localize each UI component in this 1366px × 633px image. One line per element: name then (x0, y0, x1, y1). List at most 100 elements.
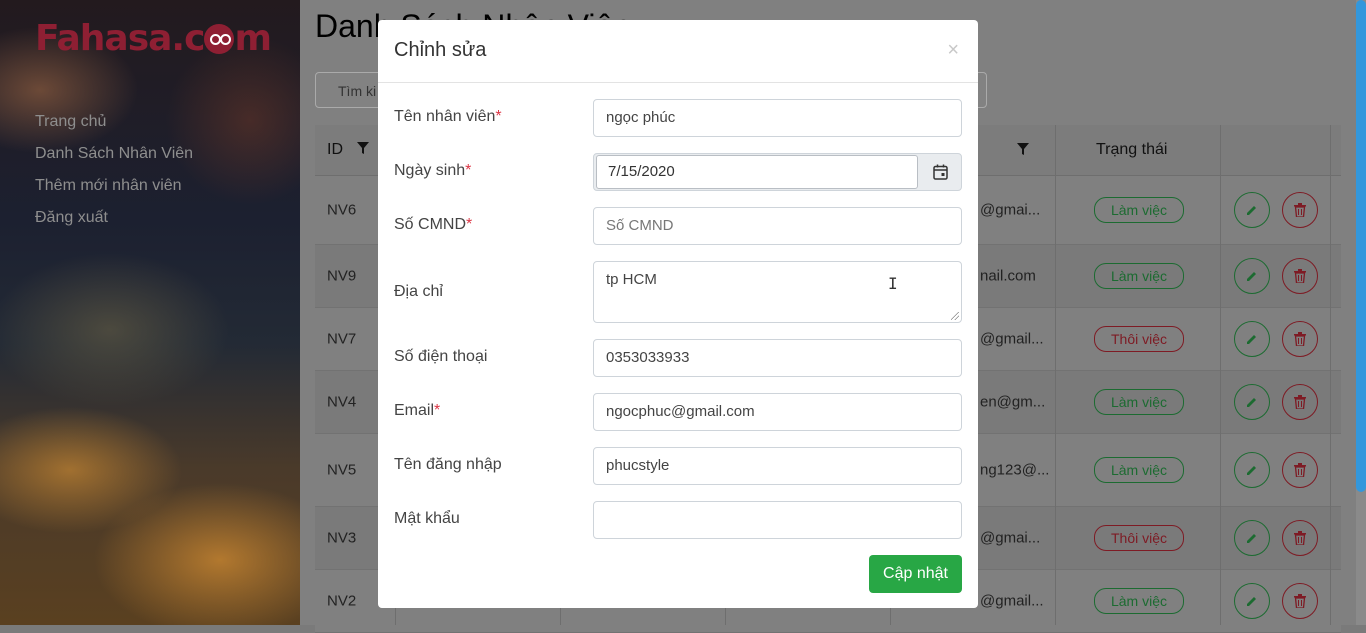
sidebar: Fahasa.c m Trang chủ Danh Sách Nhân Viên … (0, 0, 300, 625)
delete-button[interactable] (1282, 258, 1318, 294)
field-label: Địa chỉ (394, 283, 443, 300)
field-address: Địa chỉ tp HCM (394, 261, 962, 323)
employee-id: NV9 (327, 267, 357, 285)
address-textarea[interactable]: tp HCM (593, 261, 962, 323)
employee-email: @gmai... (980, 201, 1041, 219)
status-badge: Làm việc (1094, 457, 1184, 483)
scrollbar[interactable] (1356, 0, 1366, 625)
employee-id: NV7 (327, 330, 357, 348)
delete-button[interactable] (1282, 583, 1318, 619)
update-button[interactable]: Cập nhật (869, 555, 962, 593)
username-input[interactable]: phucstyle (593, 447, 962, 485)
trash-icon (1294, 531, 1306, 545)
birthday-input[interactable]: 7/15/2020 (596, 155, 918, 189)
employee-email: @gmail... (980, 330, 1044, 348)
field-label: Email* (394, 402, 440, 420)
nav-add-employee[interactable]: Thêm mới nhân viên (35, 176, 193, 208)
trash-icon (1294, 395, 1306, 409)
address-value: tp HCM (606, 271, 657, 288)
pencil-icon (1247, 272, 1256, 281)
required-mark: * (495, 108, 502, 125)
edit-button[interactable] (1234, 452, 1270, 488)
status-badge: Làm việc (1094, 588, 1184, 614)
edit-button[interactable] (1234, 583, 1270, 619)
birthday-picker: 7/15/2020 (593, 153, 962, 191)
owl-icon (204, 24, 235, 54)
sidebar-nav: Trang chủ Danh Sách Nhân Viên Thêm mới n… (35, 112, 193, 240)
filter-icon[interactable] (357, 142, 370, 155)
status-badge: Làm việc (1094, 389, 1184, 415)
employee-email: @gmai... (980, 529, 1041, 547)
employee-id: NV2 (327, 592, 357, 610)
edit-button[interactable] (1234, 384, 1270, 420)
pencil-icon (1247, 398, 1256, 407)
pencil-icon (1247, 206, 1256, 215)
calendar-icon (933, 164, 948, 180)
close-icon[interactable]: × (947, 38, 959, 62)
field-password: Mật khẩu (394, 501, 962, 539)
field-label: Số điện thoại (394, 348, 488, 365)
pencil-icon (1247, 534, 1256, 543)
id-card-input[interactable]: Số CMND (593, 207, 962, 245)
email-input[interactable]: ngocphuc@gmail.com (593, 393, 962, 431)
trash-icon (1294, 594, 1306, 608)
field-email: Email* ngocphuc@gmail.com (394, 393, 962, 431)
edit-modal: Chỉnh sửa × Tên nhân viên* ngọc phúc Ngà… (378, 20, 978, 608)
column-id-label: ID (327, 141, 343, 158)
field-birthday: Ngày sinh* 7/15/2020 (394, 153, 962, 191)
calendar-button[interactable] (920, 154, 961, 190)
delete-button[interactable] (1282, 452, 1318, 488)
label-text: Tên nhân viên (394, 108, 496, 125)
logo-text-end: m (234, 18, 272, 59)
employee-id: NV3 (327, 529, 357, 547)
employee-id: NV6 (327, 201, 357, 219)
column-id: ID (327, 125, 370, 175)
delete-button[interactable] (1282, 384, 1318, 420)
trash-icon (1294, 332, 1306, 346)
label-text: Số CMND (394, 216, 467, 233)
delete-button[interactable] (1282, 520, 1318, 556)
column-divider (1220, 125, 1221, 625)
required-mark: * (465, 162, 472, 179)
field-username: Tên đăng nhập phucstyle (394, 447, 962, 485)
password-input[interactable] (593, 501, 962, 539)
edit-button[interactable] (1234, 321, 1270, 357)
required-mark: * (466, 216, 473, 233)
nav-logout[interactable]: Đăng xuất (35, 208, 193, 240)
trash-icon (1294, 269, 1306, 283)
logo-text: Fahasa.c (35, 18, 205, 59)
employee-id: NV5 (327, 461, 357, 479)
edit-button[interactable] (1234, 520, 1270, 556)
nav-home[interactable]: Trang chủ (35, 112, 193, 144)
field-phone: Số điện thoại 0353033933 (394, 339, 962, 377)
field-label: Tên đăng nhập (394, 456, 502, 473)
trash-icon (1294, 463, 1306, 477)
phone-input[interactable]: 0353033933 (593, 339, 962, 377)
field-label: Tên nhân viên* (394, 108, 502, 126)
delete-button[interactable] (1282, 192, 1318, 228)
employee-email: nail.com (980, 267, 1036, 285)
field-name: Tên nhân viên* ngọc phúc (394, 99, 962, 137)
scrollbar-thumb[interactable] (1356, 0, 1366, 492)
employee-email: ng123@... (980, 461, 1050, 479)
field-label: Số CMND* (394, 216, 472, 234)
resize-handle[interactable] (951, 312, 959, 320)
column-divider (1330, 125, 1331, 625)
text-cursor-icon: I (888, 274, 898, 293)
employee-email: @gmail... (980, 592, 1044, 610)
trash-icon (1294, 203, 1306, 217)
status-badge: Thôi việc (1094, 326, 1184, 352)
name-input[interactable]: ngọc phúc (593, 99, 962, 137)
nav-employee-list[interactable]: Danh Sách Nhân Viên (35, 144, 193, 176)
delete-button[interactable] (1282, 321, 1318, 357)
field-label: Mật khẩu (394, 510, 460, 527)
status-badge: Làm việc (1094, 263, 1184, 289)
edit-button[interactable] (1234, 258, 1270, 294)
modal-title: Chỉnh sửa (394, 39, 487, 61)
column-status: Trạng thái (1096, 141, 1168, 158)
employee-id: NV4 (327, 393, 357, 411)
fahasa-logo[interactable]: Fahasa.c m (35, 18, 272, 59)
filter-icon[interactable] (1017, 143, 1029, 156)
edit-button[interactable] (1234, 192, 1270, 228)
label-text: Ngày sinh (394, 162, 466, 179)
